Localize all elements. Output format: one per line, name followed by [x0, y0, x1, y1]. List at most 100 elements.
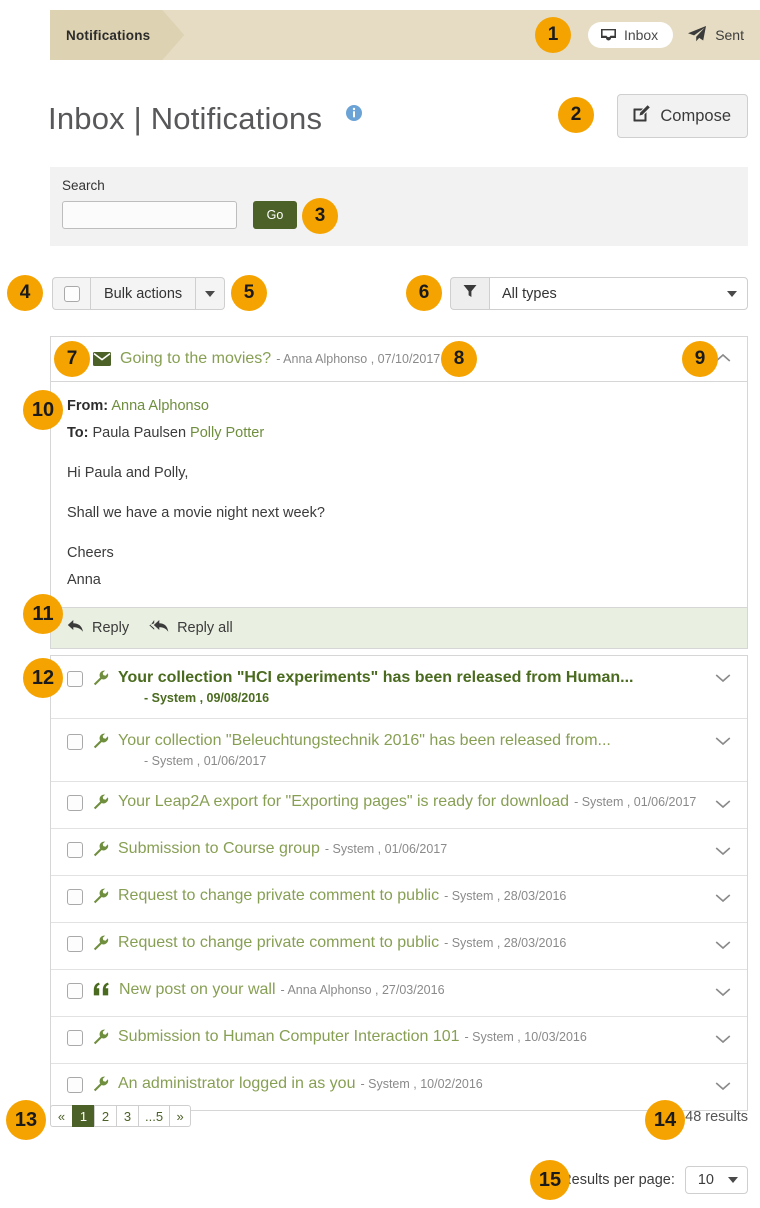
results-count: 48 results: [685, 1109, 748, 1125]
reply-bar: Reply Reply all: [51, 607, 747, 649]
pagination: «1 2 3 ...5»: [50, 1105, 192, 1127]
pagination-link[interactable]: «: [50, 1105, 72, 1127]
page-title: Inbox | Notifications: [48, 101, 323, 136]
pagination-link[interactable]: 2: [94, 1105, 116, 1127]
wrench-icon: [93, 935, 109, 951]
bulk-actions-button[interactable]: Bulk actions: [90, 277, 197, 310]
callout-badge: 11: [23, 594, 63, 634]
breadcrumb-label: Notifications: [66, 27, 151, 43]
pagination-link[interactable]: »: [169, 1105, 192, 1127]
wrench-icon: [93, 670, 109, 686]
chevron-down-icon: [728, 1177, 738, 1183]
message-row-content: Request to change private comment to pub…: [118, 887, 705, 905]
callout-badge: 3: [302, 198, 338, 234]
expanded-message-header[interactable]: Going to the movies? - Anna Alphonso , 0…: [51, 337, 747, 382]
callout-badge: 2: [558, 97, 594, 133]
wrench-icon: [93, 794, 109, 810]
message-row[interactable]: Submission to Course group - System , 01/…: [51, 829, 747, 876]
message-checkbox[interactable]: [67, 983, 83, 999]
message-row[interactable]: Request to change private comment to pub…: [51, 876, 747, 923]
chevron-down-icon[interactable]: [715, 843, 731, 861]
message-row-content: Your collection "HCI experiments" has be…: [118, 669, 705, 705]
message-row[interactable]: Request to change private comment to pub…: [51, 923, 747, 970]
wrench-icon: [93, 888, 109, 904]
wrench-icon: [93, 1076, 109, 1092]
breadcrumb[interactable]: Notifications: [50, 10, 184, 60]
select-all-checkbox[interactable]: [52, 277, 90, 310]
pagination-link[interactable]: 1: [72, 1105, 94, 1127]
compose-button[interactable]: Compose: [617, 94, 748, 138]
message-subject[interactable]: Submission to Human Computer Interaction…: [118, 1028, 460, 1045]
chevron-down-icon[interactable]: [715, 796, 731, 814]
message-row-content: Submission to Human Computer Interaction…: [118, 1028, 705, 1046]
send-icon: [687, 25, 707, 46]
tab-sent[interactable]: Sent: [687, 25, 744, 46]
message-checkbox[interactable]: [67, 842, 83, 858]
callout-badge: 15: [530, 1160, 570, 1200]
callout-badge: 10: [23, 390, 63, 430]
tab-inbox-label: Inbox: [623, 27, 659, 43]
results-per-page-select[interactable]: 10: [684, 1166, 748, 1194]
type-filter-value: All types: [502, 285, 557, 302]
message-checkbox[interactable]: [67, 795, 83, 811]
type-filter-select[interactable]: All types: [489, 277, 748, 310]
message-subject[interactable]: Your collection "Beleuchtungstechnik 201…: [118, 732, 611, 749]
message-row[interactable]: An administrator logged in as you - Syste…: [51, 1064, 747, 1110]
reply-button[interactable]: Reply: [67, 619, 129, 637]
message-subject[interactable]: Submission to Course group: [118, 840, 320, 857]
chevron-down-icon[interactable]: [715, 937, 731, 955]
message-checkbox[interactable]: [67, 889, 83, 905]
to-value-2[interactable]: Polly Potter: [190, 425, 264, 441]
message-checkbox[interactable]: [67, 734, 83, 750]
filter-button[interactable]: [450, 277, 489, 310]
message-row[interactable]: Your Leap2A export for "Exporting pages"…: [51, 782, 747, 829]
search-go-button[interactable]: Go: [253, 201, 297, 229]
message-checkbox[interactable]: [67, 671, 83, 687]
message-row-content: An administrator logged in as you - Syste…: [118, 1075, 705, 1093]
reply-icon: [67, 619, 84, 637]
message-subject[interactable]: Request to change private comment to pub…: [118, 934, 439, 951]
wrench-icon: [93, 733, 109, 749]
expanded-message: Going to the movies? - Anna Alphonso , 0…: [50, 336, 748, 650]
message-checkbox[interactable]: [67, 1077, 83, 1093]
pagination-link[interactable]: ...5: [138, 1105, 170, 1127]
callout-badge: 6: [406, 275, 442, 311]
message-row[interactable]: Your collection "Beleuchtungstechnik 201…: [51, 719, 747, 782]
to-value-1: Paula Paulsen: [92, 425, 187, 442]
message-meta: - System , 28/03/2016: [444, 936, 567, 950]
message-checkbox[interactable]: [67, 1030, 83, 1046]
bulk-actions-label: Bulk actions: [104, 285, 183, 302]
results-per-page-label: Results per page:: [561, 1172, 675, 1188]
chevron-down-icon[interactable]: [715, 733, 731, 751]
tab-inbox[interactable]: Inbox: [587, 22, 674, 48]
message-subject[interactable]: New post on your wall: [119, 981, 276, 998]
message-subject[interactable]: Your Leap2A export for "Exporting pages"…: [118, 793, 569, 810]
message-subject[interactable]: Request to change private comment to pub…: [118, 887, 439, 904]
compose-icon: [632, 104, 651, 128]
message-checkbox[interactable]: [67, 936, 83, 952]
chevron-down-icon[interactable]: [715, 890, 731, 908]
message-row[interactable]: Submission to Human Computer Interaction…: [51, 1017, 747, 1064]
message-meta: - System , 10/02/2016: [360, 1077, 483, 1091]
inbox-icon: [600, 28, 617, 43]
chevron-down-icon[interactable]: [715, 984, 731, 1002]
message-row-content: Request to change private comment to pub…: [118, 934, 705, 952]
filter-icon: [463, 284, 477, 303]
envelope-icon: [93, 352, 111, 366]
chevron-down-icon[interactable]: [715, 670, 731, 688]
message-row[interactable]: New post on your wall - Anna Alphonso , 2…: [51, 970, 747, 1017]
message-subject[interactable]: Your collection "HCI experiments" has be…: [118, 669, 633, 686]
bulk-actions-dropdown-toggle[interactable]: [196, 277, 226, 310]
info-icon[interactable]: [346, 105, 362, 121]
pagination-link[interactable]: 3: [116, 1105, 138, 1127]
reply-all-icon: [149, 619, 169, 637]
callout-badge: 13: [6, 1100, 46, 1140]
reply-all-button[interactable]: Reply all: [149, 619, 233, 637]
search-input[interactable]: [62, 201, 237, 229]
message-subject[interactable]: An administrator logged in as you: [118, 1075, 355, 1092]
chevron-down-icon[interactable]: [715, 1031, 731, 1049]
chevron-down-icon[interactable]: [715, 1078, 731, 1096]
message-meta: - System , 01/06/2017: [144, 754, 267, 768]
from-value[interactable]: Anna Alphonso: [111, 398, 209, 414]
message-row[interactable]: Your collection "HCI experiments" has be…: [51, 656, 747, 719]
